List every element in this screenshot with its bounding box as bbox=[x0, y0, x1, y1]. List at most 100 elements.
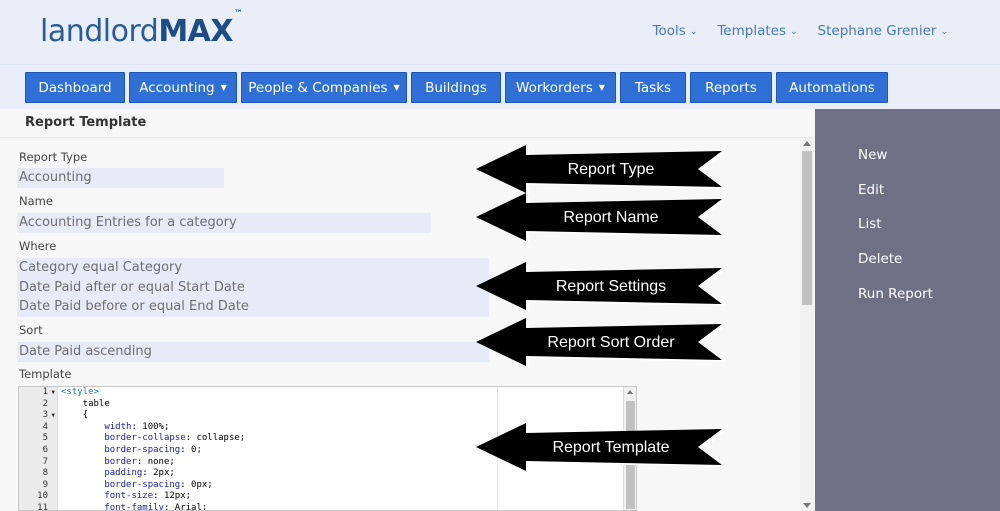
code-line: border: none; bbox=[61, 457, 501, 469]
annotation-arrow-report-sort-order: Report Sort Order bbox=[476, 318, 731, 368]
menu-workorders-label: Workorders bbox=[516, 79, 593, 96]
menu-reports-button[interactable]: Reports bbox=[690, 72, 772, 103]
top-nav-templates-label: Templates bbox=[717, 23, 786, 39]
menu-buildings-button[interactable]: Buildings bbox=[411, 72, 501, 103]
line-number-text: 11 bbox=[37, 502, 48, 511]
where-line-2: Date Paid after or equal Start Date bbox=[19, 279, 245, 295]
line-number: 8 bbox=[19, 468, 57, 480]
code-property: font-family bbox=[61, 502, 164, 511]
menu-dashboard-button[interactable]: Dashboard bbox=[25, 72, 125, 103]
code-property: border-collapse bbox=[61, 433, 186, 444]
line-number: 10 bbox=[19, 491, 57, 503]
menu-automations-button[interactable]: Automations bbox=[776, 72, 888, 103]
code-property: border-spacing bbox=[61, 479, 181, 490]
logo[interactable]: landlordMAX™ bbox=[40, 9, 243, 49]
annotation-arrow-report-name: Report Name bbox=[476, 193, 731, 243]
code-text: : Arial; bbox=[163, 502, 208, 511]
fold-toggle-icon[interactable]: ▼ bbox=[51, 410, 55, 422]
code-text: : 2px; bbox=[142, 468, 175, 479]
code-line: border-spacing: 0px; bbox=[61, 480, 501, 492]
annotation-label: Report Sort Order bbox=[547, 334, 675, 351]
sort-value-text: Date Paid ascending bbox=[19, 344, 152, 359]
sidebar-delete-link[interactable]: Delete bbox=[858, 251, 902, 267]
sidebar-new-link[interactable]: New bbox=[858, 147, 887, 163]
menu-automations-label: Automations bbox=[789, 79, 875, 96]
code-text: : 12px; bbox=[153, 491, 192, 502]
logo-text-light: landlord bbox=[40, 14, 159, 49]
report-type-value-text: Accounting bbox=[19, 170, 92, 185]
code-text: : none; bbox=[136, 456, 175, 467]
code-text: { bbox=[61, 410, 89, 421]
code-line: border-collapse: collapse; bbox=[61, 433, 501, 445]
where-value: Category equal Category Date Paid after … bbox=[17, 258, 489, 317]
line-number-text: 4 bbox=[42, 421, 48, 432]
line-number-text: 5 bbox=[42, 433, 48, 444]
code-line: table bbox=[61, 399, 501, 411]
menu-workorders-button[interactable]: Workorders ▼ bbox=[505, 72, 616, 103]
page-title-bar: Report Template bbox=[0, 109, 815, 138]
chevron-down-icon: ▼ bbox=[393, 83, 400, 92]
main-menu: Dashboard Accounting ▼ People & Companies… bbox=[0, 64, 1000, 109]
code-line: font-family: Arial; bbox=[61, 502, 501, 511]
line-number-text: 9 bbox=[42, 479, 48, 490]
menu-tasks-button[interactable]: Tasks bbox=[620, 72, 686, 103]
line-number-text: 3 bbox=[42, 410, 48, 421]
report-type-value: Accounting bbox=[17, 168, 224, 188]
chevron-down-icon: ⌄ bbox=[689, 27, 698, 37]
line-number: 7 bbox=[19, 457, 57, 469]
line-number: 11 bbox=[19, 502, 57, 511]
top-nav-tools[interactable]: Tools ⌄ bbox=[653, 23, 698, 39]
top-nav-user-menu[interactable]: Stephane Grenier ⌄ bbox=[818, 23, 948, 39]
menu-people-companies-label: People & Companies bbox=[248, 79, 388, 96]
annotation-label: Report Type bbox=[567, 161, 655, 178]
code-tag: <style> bbox=[61, 387, 99, 397]
line-number: 4 bbox=[19, 422, 57, 434]
page-scrollbar[interactable] bbox=[800, 138, 814, 511]
name-value: Accounting Entries for a category bbox=[17, 213, 431, 233]
template-label: Template bbox=[19, 367, 72, 381]
sidebar-list-link[interactable]: List bbox=[858, 216, 882, 232]
scroll-up-icon[interactable] bbox=[627, 390, 633, 394]
code-property: width bbox=[61, 421, 132, 432]
code-property: padding bbox=[61, 468, 143, 479]
menu-dashboard-label: Dashboard bbox=[38, 79, 112, 96]
logo-trademark: ™ bbox=[234, 9, 243, 19]
code-line: font-size: 12px; bbox=[61, 491, 501, 503]
top-nav: Tools ⌄ Templates ⌄ Stephane Grenier ⌄ bbox=[653, 23, 948, 39]
chevron-down-icon: ⌄ bbox=[790, 27, 798, 37]
scroll-up-icon[interactable] bbox=[803, 141, 811, 146]
menu-reports-label: Reports bbox=[705, 79, 757, 96]
where-line-3: Date Paid before or equal End Date bbox=[19, 299, 249, 314]
scroll-down-icon[interactable] bbox=[803, 503, 811, 508]
top-nav-templates[interactable]: Templates ⌄ bbox=[717, 23, 797, 39]
line-number: 5 bbox=[19, 433, 57, 445]
code-text: : 100%; bbox=[131, 421, 170, 432]
line-number: 2 bbox=[19, 399, 57, 411]
line-number-text: 10 bbox=[37, 491, 48, 502]
action-sidebar: New Edit List Delete Run Report bbox=[815, 109, 1000, 511]
logo-text-bold: MAX bbox=[158, 14, 234, 49]
menu-people-companies-button[interactable]: People & Companies ▼ bbox=[241, 72, 407, 103]
line-number-text: 8 bbox=[42, 468, 48, 479]
annotation-label: Report Name bbox=[563, 209, 659, 226]
code-line: <style> bbox=[61, 387, 501, 399]
annotation-arrow-report-settings: Report Settings bbox=[476, 262, 731, 312]
line-number-text: 2 bbox=[42, 398, 48, 409]
code-line: { bbox=[61, 410, 501, 422]
sort-value: Date Paid ascending bbox=[17, 342, 489, 362]
annotation-arrow-report-template: Report Template bbox=[476, 423, 731, 473]
editor-code-area[interactable]: <style> table { width: 100%; border-coll… bbox=[61, 387, 501, 511]
sidebar-run-report-link[interactable]: Run Report bbox=[858, 286, 933, 302]
menu-buildings-label: Buildings bbox=[425, 79, 487, 96]
code-property: border bbox=[61, 456, 137, 467]
menu-accounting-button[interactable]: Accounting ▼ bbox=[129, 72, 237, 103]
line-number-text: 7 bbox=[42, 456, 48, 467]
sidebar-edit-link[interactable]: Edit bbox=[858, 182, 884, 198]
fold-toggle-icon[interactable]: ▼ bbox=[51, 387, 55, 399]
sort-label: Sort bbox=[19, 323, 43, 337]
code-text: : 0px; bbox=[180, 479, 213, 490]
chevron-down-icon: ▼ bbox=[598, 83, 605, 92]
chevron-down-icon: ⌄ bbox=[940, 27, 948, 37]
page-scrollbar-thumb[interactable] bbox=[802, 151, 812, 305]
code-line: border-spacing: 0; bbox=[61, 445, 501, 457]
